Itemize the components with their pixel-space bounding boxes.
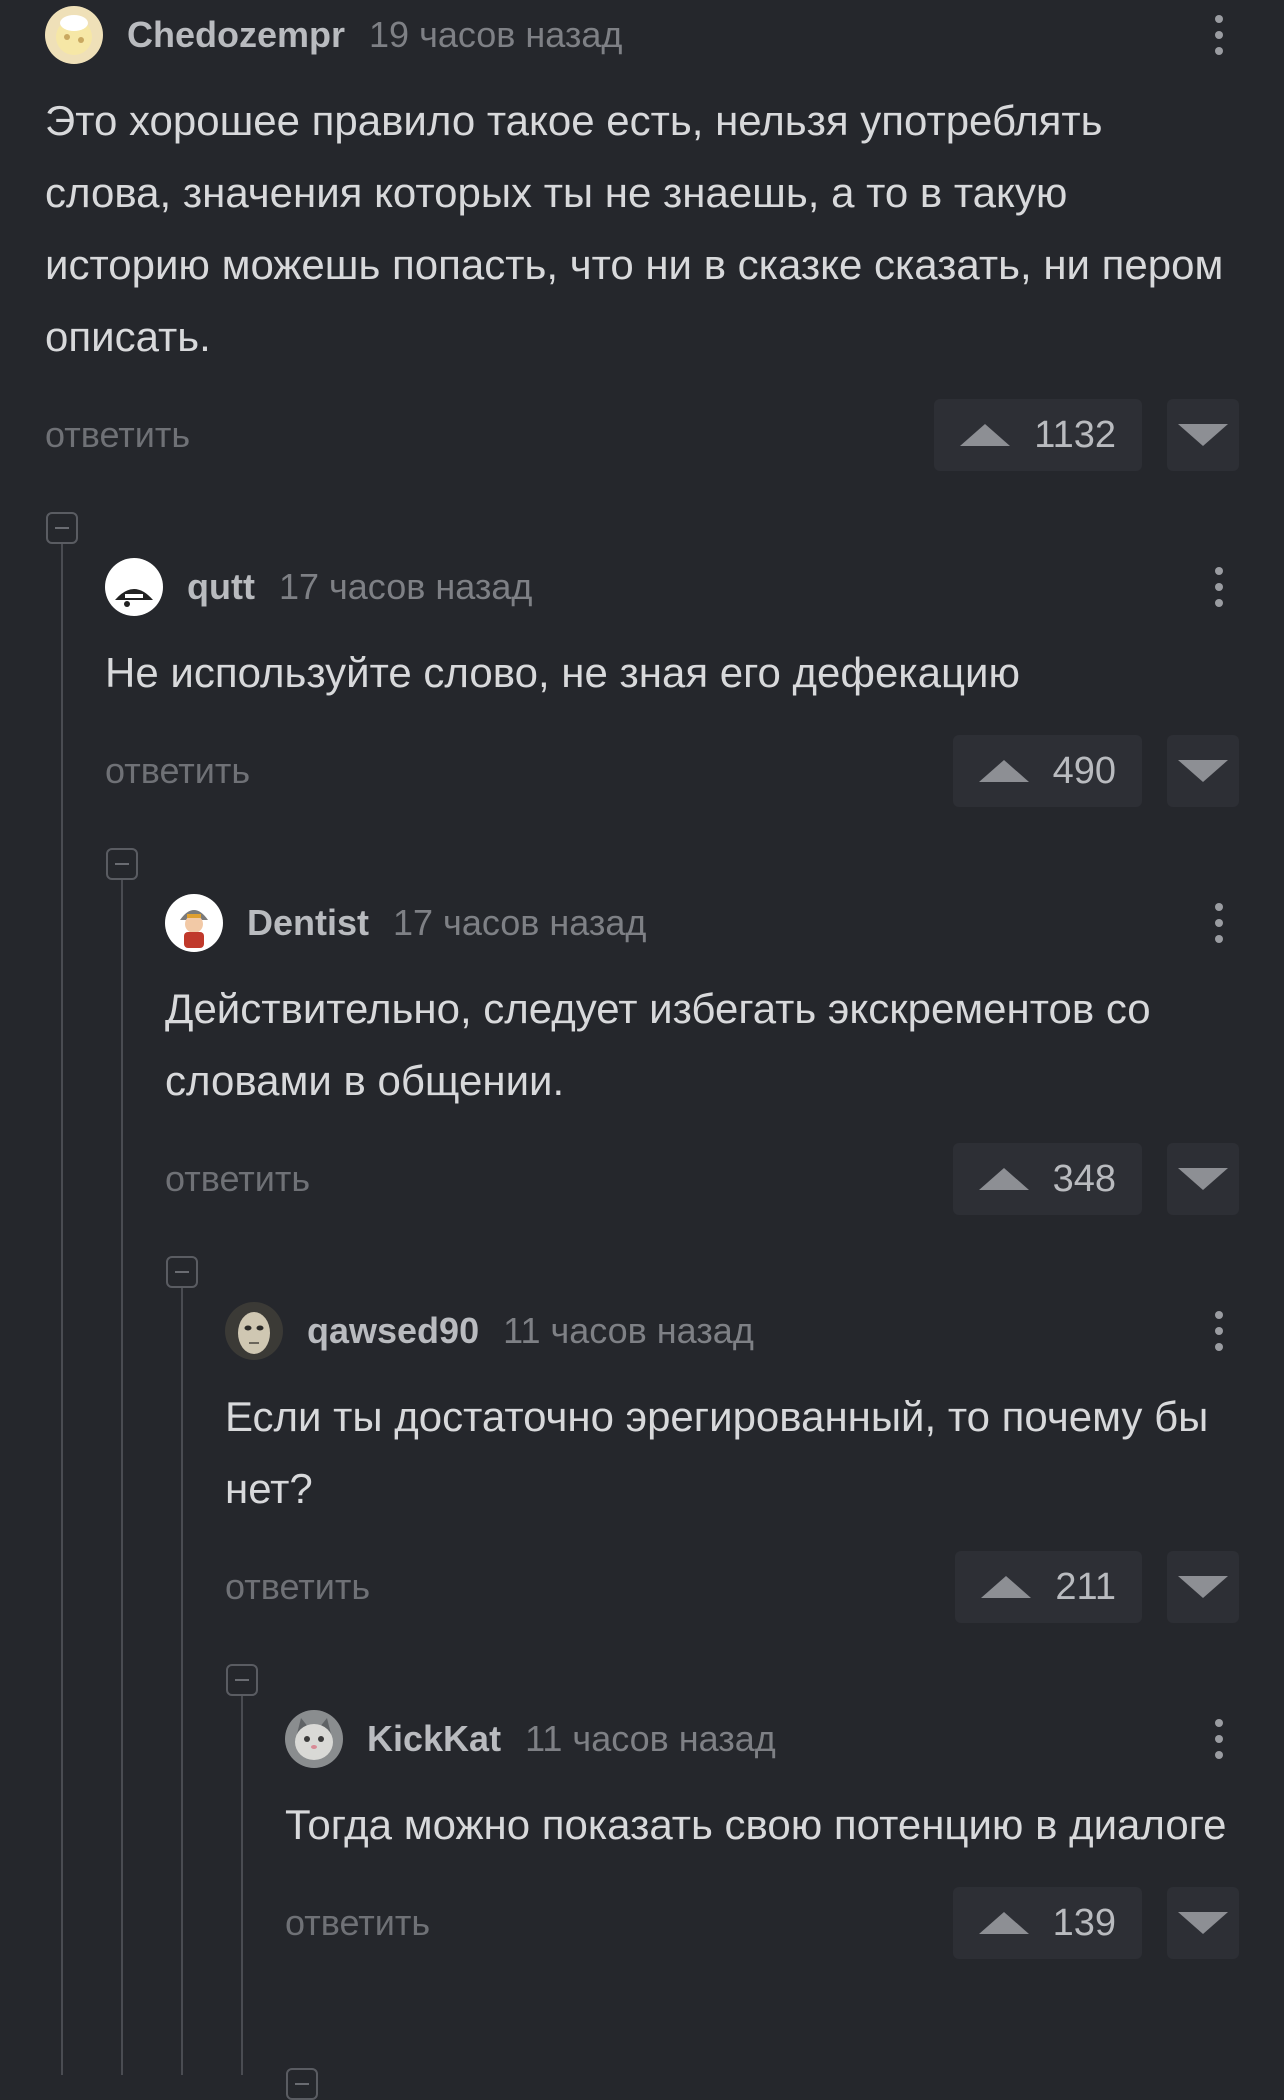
comment: Chedozempr 19 часов назад Это хорошее пр…	[45, 5, 1239, 471]
upvote-icon	[978, 1168, 1029, 1190]
comment-text: Если ты достаточно эрегированный, то поч…	[225, 1393, 1209, 1512]
comment-header: qawsed90 11 часов назад	[225, 1301, 1239, 1361]
upvote-button[interactable]: 348	[952, 1143, 1142, 1215]
downvote-button[interactable]	[1167, 735, 1239, 807]
avatar[interactable]	[45, 6, 103, 64]
username[interactable]: Dentist	[247, 902, 369, 944]
avatar[interactable]	[225, 1302, 283, 1360]
username[interactable]: qutt	[187, 566, 255, 608]
thread-line	[121, 880, 123, 2075]
downvote-icon	[1178, 1576, 1228, 1598]
thread-line	[181, 1288, 183, 2075]
collapse-thread-button[interactable]	[106, 848, 138, 880]
timestamp[interactable]: 11 часов назад	[525, 1718, 776, 1760]
avatar[interactable]	[285, 1710, 343, 1768]
timestamp[interactable]: 19 часов назад	[369, 14, 622, 56]
collapse-thread-button[interactable]	[166, 1256, 198, 1288]
downvote-icon	[1178, 424, 1228, 446]
timestamp[interactable]: 17 часов назад	[279, 566, 532, 608]
comment: qawsed90 11 часов назад Если ты достаточ…	[225, 1301, 1239, 1623]
score: 139	[1052, 1901, 1116, 1944]
comment: Dentist 17 часов назад Действительно, сл…	[165, 893, 1239, 1215]
comment-header: qutt 17 часов назад	[105, 557, 1239, 617]
username[interactable]: Chedozempr	[127, 14, 345, 56]
score: 1132	[1034, 413, 1116, 456]
reply-button[interactable]: ответить	[165, 1143, 310, 1215]
timestamp[interactable]: 11 часов назад	[503, 1310, 754, 1352]
comment-header: Chedozempr 19 часов назад	[45, 5, 1239, 65]
comment-text: Это хорошее правило такое есть, нельзя у…	[45, 97, 1224, 360]
downvote-icon	[1178, 1168, 1228, 1190]
downvote-button[interactable]	[1167, 1551, 1239, 1623]
upvote-icon	[978, 1912, 1029, 1934]
upvote-button[interactable]: 139	[952, 1887, 1142, 1959]
thread-line	[241, 1696, 243, 2075]
score: 348	[1052, 1157, 1116, 1200]
downvote-icon	[1178, 1912, 1228, 1934]
collapse-thread-button[interactable]	[226, 1664, 258, 1696]
collapse-thread-button[interactable]	[46, 512, 78, 544]
upvote-button[interactable]: 1132	[934, 399, 1142, 471]
comment-header: KickKat 11 часов назад	[285, 1709, 1239, 1769]
comment-text: Не используйте слово, не зная его дефека…	[105, 649, 1020, 696]
reply-button[interactable]: ответить	[225, 1551, 370, 1623]
more-options-icon[interactable]	[1199, 1301, 1239, 1361]
thread-line	[61, 544, 63, 2075]
avatar[interactable]	[165, 894, 223, 952]
username[interactable]: KickKat	[367, 1718, 501, 1760]
downvote-button[interactable]	[1167, 1143, 1239, 1215]
comment-actions: ответить 1132	[45, 399, 1239, 471]
reply-button[interactable]: ответить	[45, 399, 190, 471]
downvote-button[interactable]	[1167, 1887, 1239, 1959]
reply-button[interactable]: ответить	[105, 735, 250, 807]
more-options-icon[interactable]	[1199, 5, 1239, 65]
upvote-icon	[978, 760, 1029, 782]
comment-actions: ответить 348	[165, 1143, 1239, 1215]
upvote-button[interactable]: 490	[952, 735, 1142, 807]
downvote-button[interactable]	[1167, 399, 1239, 471]
comment: qutt 17 часов назад Не используйте слово…	[105, 557, 1239, 807]
more-options-icon[interactable]	[1199, 1709, 1239, 1769]
username[interactable]: qawsed90	[307, 1310, 479, 1352]
comment-actions: ответить 139	[285, 1887, 1239, 1959]
comment-text: Тогда можно показать свою потенцию в диа…	[285, 1801, 1227, 1848]
downvote-icon	[1178, 760, 1228, 782]
comment-actions: ответить 490	[105, 735, 1239, 807]
upvote-button[interactable]: 211	[955, 1551, 1142, 1623]
comment-actions: ответить 211	[225, 1551, 1239, 1623]
more-options-icon[interactable]	[1199, 557, 1239, 617]
comment-text: Действительно, следует избегать экскреме…	[165, 985, 1151, 1104]
timestamp[interactable]: 17 часов назад	[393, 902, 646, 944]
reply-button[interactable]: ответить	[285, 1887, 430, 1959]
comment: KickKat 11 часов назад Тогда можно показ…	[285, 1709, 1239, 1959]
more-options-icon[interactable]	[1199, 893, 1239, 953]
score: 211	[1055, 1565, 1116, 1608]
score: 490	[1052, 749, 1116, 792]
upvote-icon	[960, 424, 1011, 446]
comment-header: Dentist 17 часов назад	[165, 893, 1239, 953]
upvote-icon	[981, 1576, 1032, 1598]
collapse-thread-button[interactable]	[286, 2068, 318, 2100]
avatar[interactable]	[105, 558, 163, 616]
